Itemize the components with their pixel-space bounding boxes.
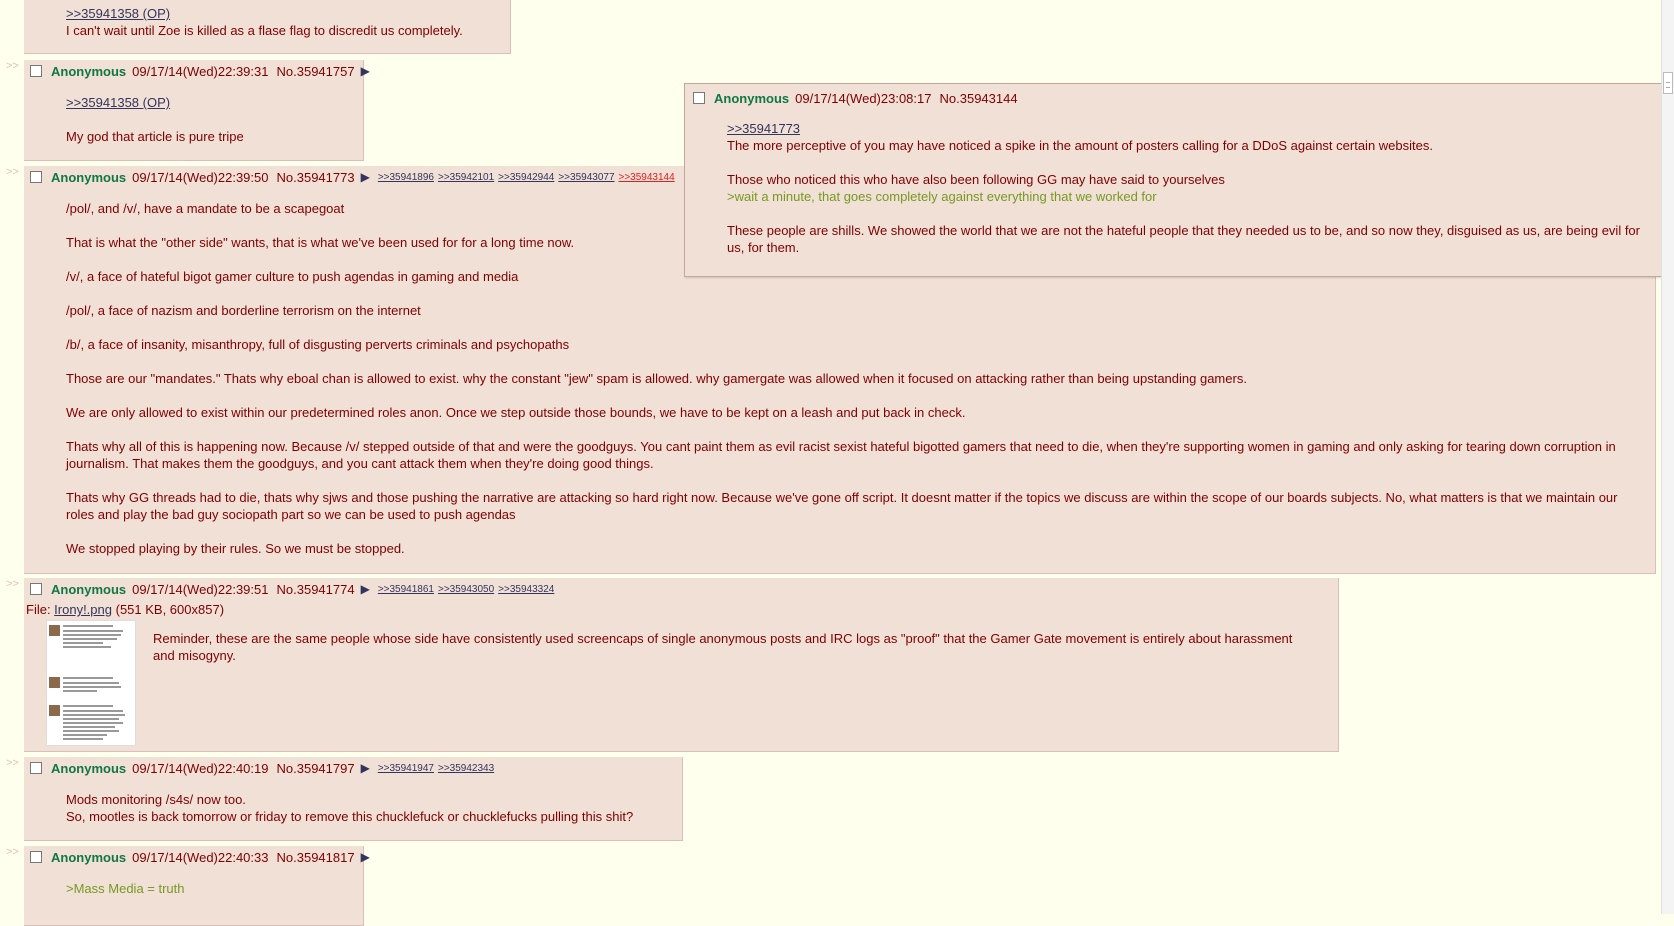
post-menu-icon[interactable]: ▶ [361,761,370,775]
file-link[interactable]: Irony!.png [54,602,112,617]
post-number[interactable]: No.35941797 [277,761,355,776]
quote-link[interactable]: >>35941358 (OP) [66,95,170,110]
vertical-scrollbar[interactable] [1661,0,1674,914]
post-line: So, mootles is back tomorrow or friday t… [66,809,634,824]
backlink[interactable]: >>35943324 [498,584,554,595]
post-text: My god that article is pure tripe [66,129,244,144]
post-text: The more perceptive of you may have noti… [727,138,1433,153]
greentext: >wait a minute, that goes completely aga… [727,189,1157,204]
post-datetime: 09/17/14(Wed)22:39:50 [132,169,269,185]
side-arrows: >> [6,166,19,178]
post-paragraph: We are only allowed to exist within our … [66,405,966,420]
poster-name: Anonymous [51,581,127,597]
post-number[interactable]: No.35943144 [940,91,1018,106]
backlink[interactable]: >>35941947 [378,763,434,774]
poster-name: Anonymous [51,760,127,776]
reply-post: Anonymous 09/17/14(Wed)22:39:31 No.35941… [24,60,370,161]
poster-name: Anonymous [51,169,127,185]
side-arrows: >> [6,60,19,72]
reply-post: Anonymous 09/17/14(Wed)22:39:51 No.35941… [24,578,1339,752]
post-text: These people are shills. We showed the w… [727,223,1640,255]
post-menu-icon[interactable]: ▶ [361,64,370,78]
side-arrows: >> [6,846,19,858]
post-preview-popup: Anonymous 09/17/14(Wed)23:08:17 No.35943… [684,83,1663,277]
post-menu-icon[interactable]: ▶ [361,850,370,864]
post-checkbox[interactable] [30,851,42,863]
post-menu-icon[interactable]: ▶ [361,170,370,184]
backlink[interactable]: >>35941861 [378,584,434,595]
post-number[interactable]: No.35941757 [277,64,355,79]
backlink-hovered[interactable]: >>35943144 [619,172,675,183]
backlink[interactable]: >>35943077 [558,172,614,183]
backlink[interactable]: >>35942343 [438,763,494,774]
reply-post: >>35941358 (OP) I can't wait until Zoe i… [24,0,511,54]
post-datetime: 09/17/14(Wed)22:40:33 [132,849,269,865]
post-paragraph: Those are our "mandates." Thats why eboa… [66,371,1247,386]
backlink[interactable]: >>35942101 [438,172,494,183]
post-number[interactable]: No.35941817 [277,850,355,865]
post-checkbox[interactable] [30,762,42,774]
post-text: I can't wait until Zoe is killed as a fl… [66,23,463,38]
quote-link[interactable]: >>35941773 [727,121,800,136]
post-paragraph: We stopped playing by their rules. So we… [66,541,405,556]
reply-post: Anonymous 09/17/14(Wed)22:40:19 No.35941… [24,757,683,841]
image-thumbnail[interactable] [46,620,136,746]
poster-name: Anonymous [714,90,790,106]
backlink[interactable]: >>35943050 [438,584,494,595]
post-datetime: 09/17/14(Wed)22:39:51 [132,581,269,597]
post-paragraph: /pol/, a face of nazism and borderline t… [66,303,421,318]
post-checkbox[interactable] [30,171,42,183]
post-text: Reminder, these are the same people whos… [153,631,1293,663]
side-arrows: >> [6,757,19,769]
poster-name: Anonymous [51,63,127,79]
side-arrows: >> [6,578,19,590]
poster-name: Anonymous [51,849,127,865]
backlink[interactable]: >>35942944 [498,172,554,183]
post-checkbox[interactable] [30,65,42,77]
scrollbar-thumb[interactable] [1663,72,1673,94]
post-paragraph: Thats why GG threads had to die, thats w… [66,490,1618,522]
post-paragraph: Thats why all of this is happening now. … [66,439,1616,471]
file-info: File: Irony!.png (551 KB, 600x857) [26,602,225,617]
post-number[interactable]: No.35941774 [277,582,355,597]
post-checkbox[interactable] [30,583,42,595]
post-number[interactable]: No.35941773 [277,170,355,185]
post-checkbox[interactable] [693,92,705,104]
reply-post: Anonymous 09/17/14(Wed)22:40:33 No.35941… [24,846,370,926]
post-paragraph: /b/, a face of insanity, misanthropy, fu… [66,337,570,352]
post-line: Mods monitoring /s4s/ now too. [66,792,246,807]
post-datetime: 09/17/14(Wed)22:40:19 [132,760,269,776]
backlink[interactable]: >>35941896 [378,172,434,183]
post-menu-icon[interactable]: ▶ [361,582,370,596]
post-datetime: 09/17/14(Wed)22:39:31 [132,63,269,79]
post-datetime: 09/17/14(Wed)23:08:17 [795,90,932,106]
quote-link[interactable]: >>35941358 (OP) [66,6,170,21]
post-text: Those who noticed this who have also bee… [727,172,1225,187]
greentext: >Mass Media = truth [66,881,185,896]
